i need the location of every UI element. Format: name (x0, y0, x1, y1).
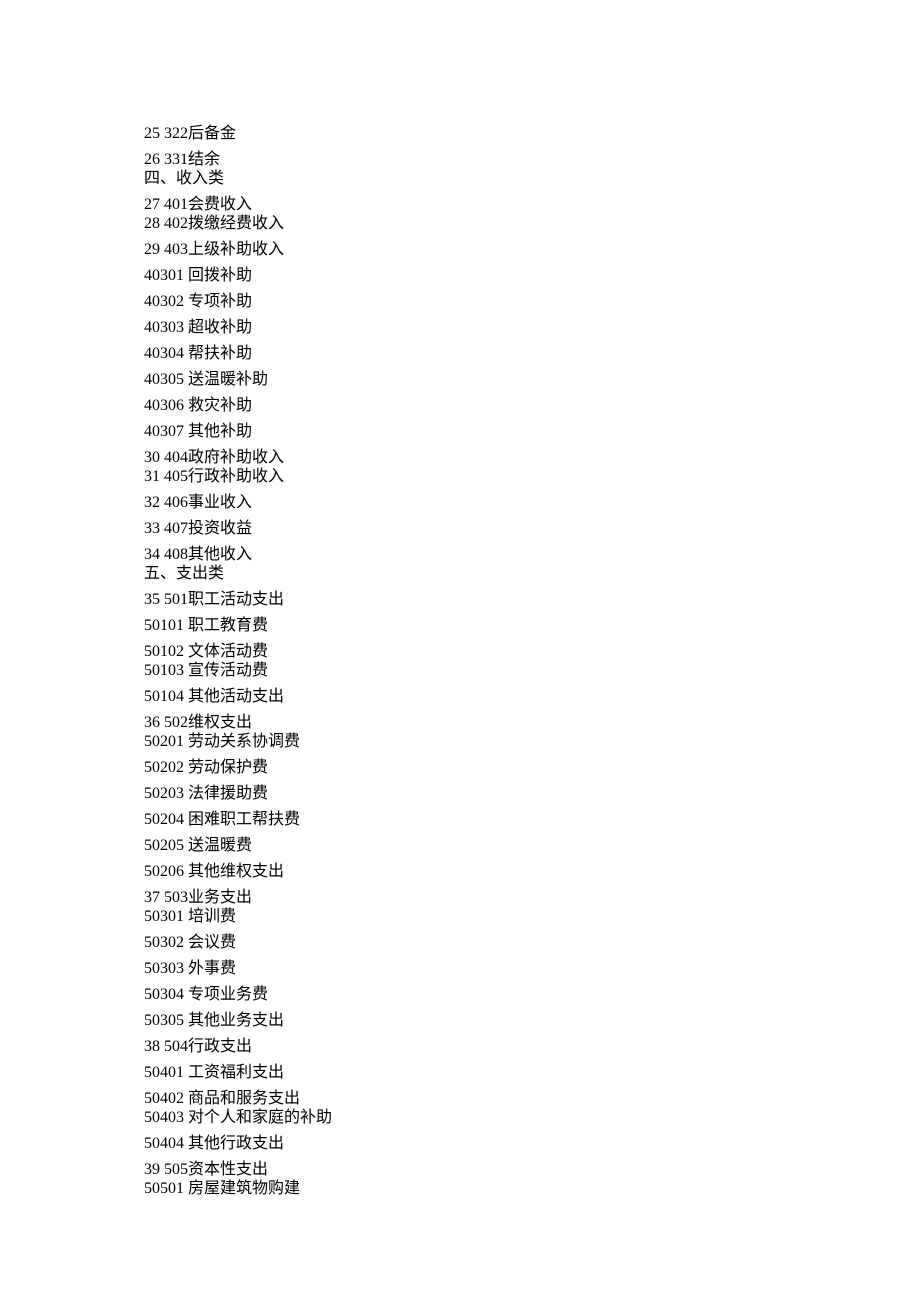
text-line: 50201 劳动关系协调费 (144, 734, 920, 750)
text-line: 50202 劳动保护费 (144, 760, 920, 776)
text-line: 50301 培训费 (144, 909, 920, 925)
text-line: 50204 困难职工帮扶费 (144, 812, 920, 828)
text-line: 34 408其他收入 (144, 547, 920, 563)
text-line: 40307 其他补助 (144, 424, 920, 440)
text-line: 50206 其他维权支出 (144, 864, 920, 880)
text-line: 50203 法律援助费 (144, 786, 920, 802)
text-line: 26 331结余 (144, 152, 920, 168)
text-line: 50104 其他活动支出 (144, 689, 920, 705)
text-line: 38 504行政支出 (144, 1039, 920, 1055)
text-line: 40304 帮扶补助 (144, 346, 920, 362)
text-line: 四、收入类 (144, 171, 920, 187)
text-line: 37 503业务支出 (144, 890, 920, 906)
text-line: 33 407投资收益 (144, 521, 920, 537)
text-line: 50102 文体活动费 (144, 644, 920, 660)
text-line: 35 501职工活动支出 (144, 592, 920, 608)
text-line: 39 505资本性支出 (144, 1162, 920, 1178)
text-line: 31 405行政补助收入 (144, 469, 920, 485)
text-line: 40303 超收补助 (144, 320, 920, 336)
text-line: 40301 回拨补助 (144, 268, 920, 284)
text-line: 50404 其他行政支出 (144, 1136, 920, 1152)
text-line: 40306 救灾补助 (144, 398, 920, 414)
text-line: 50303 外事费 (144, 961, 920, 977)
document-page: 25 322后备金 26 331结余四、收入类 27 401会费收入 28 402拨缴… (0, 0, 920, 1197)
text-line: 40305 送温暖补助 (144, 372, 920, 388)
text-line: 50402 商品和服务支出 (144, 1091, 920, 1107)
text-line: 50302 会议费 (144, 935, 920, 951)
text-line: 27 401会费收入 (144, 197, 920, 213)
text-line: 50401 工资福利支出 (144, 1065, 920, 1081)
text-line: 29 403上级补助收入 (144, 242, 920, 258)
text-line: 50305 其他业务支出 (144, 1013, 920, 1029)
text-line: 40302 专项补助 (144, 294, 920, 310)
text-line: 50403 对个人和家庭的补助 (144, 1110, 920, 1126)
text-line: 32 406事业收入 (144, 495, 920, 511)
text-line: 50103 宣传活动费 (144, 663, 920, 679)
text-line: 50501 房屋建筑物购建 (144, 1181, 920, 1197)
text-line: 25 322后备金 (144, 126, 920, 142)
text-line: 50101 职工教育费 (144, 618, 920, 634)
text-line: 28 402拨缴经费收入 (144, 216, 920, 232)
text-line: 五、支出类 (144, 566, 920, 582)
text-line: 36 502维权支出 (144, 715, 920, 731)
text-line: 30 404政府补助收入 (144, 450, 920, 466)
text-line: 50304 专项业务费 (144, 987, 920, 1003)
text-line: 50205 送温暖费 (144, 838, 920, 854)
